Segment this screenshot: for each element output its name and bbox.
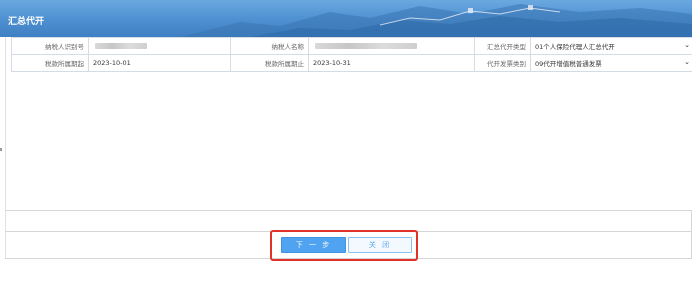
taxpayer-id-label: 纳税人识别号	[11, 37, 89, 55]
period-end-label: 税款所属期止	[230, 54, 309, 72]
invoice-type-value: 09代开增值税普通发票	[535, 60, 602, 68]
taxpayer-id-masked-value	[95, 43, 147, 49]
form-row-2: 税款所属期起 2023-10-01 税款所属期止 2023-10-31 代开发票…	[11, 54, 692, 72]
title-bar: 汇总代开	[0, 0, 692, 37]
period-start-label: 税款所属期起	[11, 54, 89, 72]
summary-type-label: 汇总代开类型	[474, 37, 531, 55]
form-row-1: 纳税人识别号 纳税人名称 汇总代开类型 01个人保险代理人汇总代开 ⌄	[11, 37, 692, 55]
chevron-down-icon: ⌄	[684, 41, 690, 49]
summary-type-select[interactable]: 01个人保险代理人汇总代开 ⌄	[530, 37, 692, 55]
period-end-field[interactable]: 2023-10-31	[308, 54, 475, 72]
content-divider	[5, 210, 692, 211]
invoice-type-label: 代开发票类别	[474, 54, 531, 72]
left-edge-marker	[0, 148, 2, 151]
chevron-down-icon: ⌄	[684, 58, 690, 66]
great-wall-banner	[180, 4, 692, 37]
taxpayer-name-label: 纳税人名称	[230, 37, 309, 55]
summary-invoice-form: 纳税人识别号 纳税人名称 汇总代开类型 01个人保险代理人汇总代开 ⌄ 税款所属…	[11, 37, 692, 72]
taxpayer-id-field[interactable]	[88, 37, 231, 55]
taxpayer-name-masked-value	[315, 43, 417, 49]
period-start-field[interactable]: 2023-10-01	[88, 54, 231, 72]
taxpayer-name-field[interactable]	[308, 37, 475, 55]
invoice-type-select[interactable]: 09代开增值税普通发票 ⌄	[530, 54, 692, 72]
summary-type-value: 01个人保险代理人汇总代开	[535, 43, 615, 51]
window-title: 汇总代开	[8, 17, 45, 27]
annotation-highlight-box	[270, 230, 418, 261]
